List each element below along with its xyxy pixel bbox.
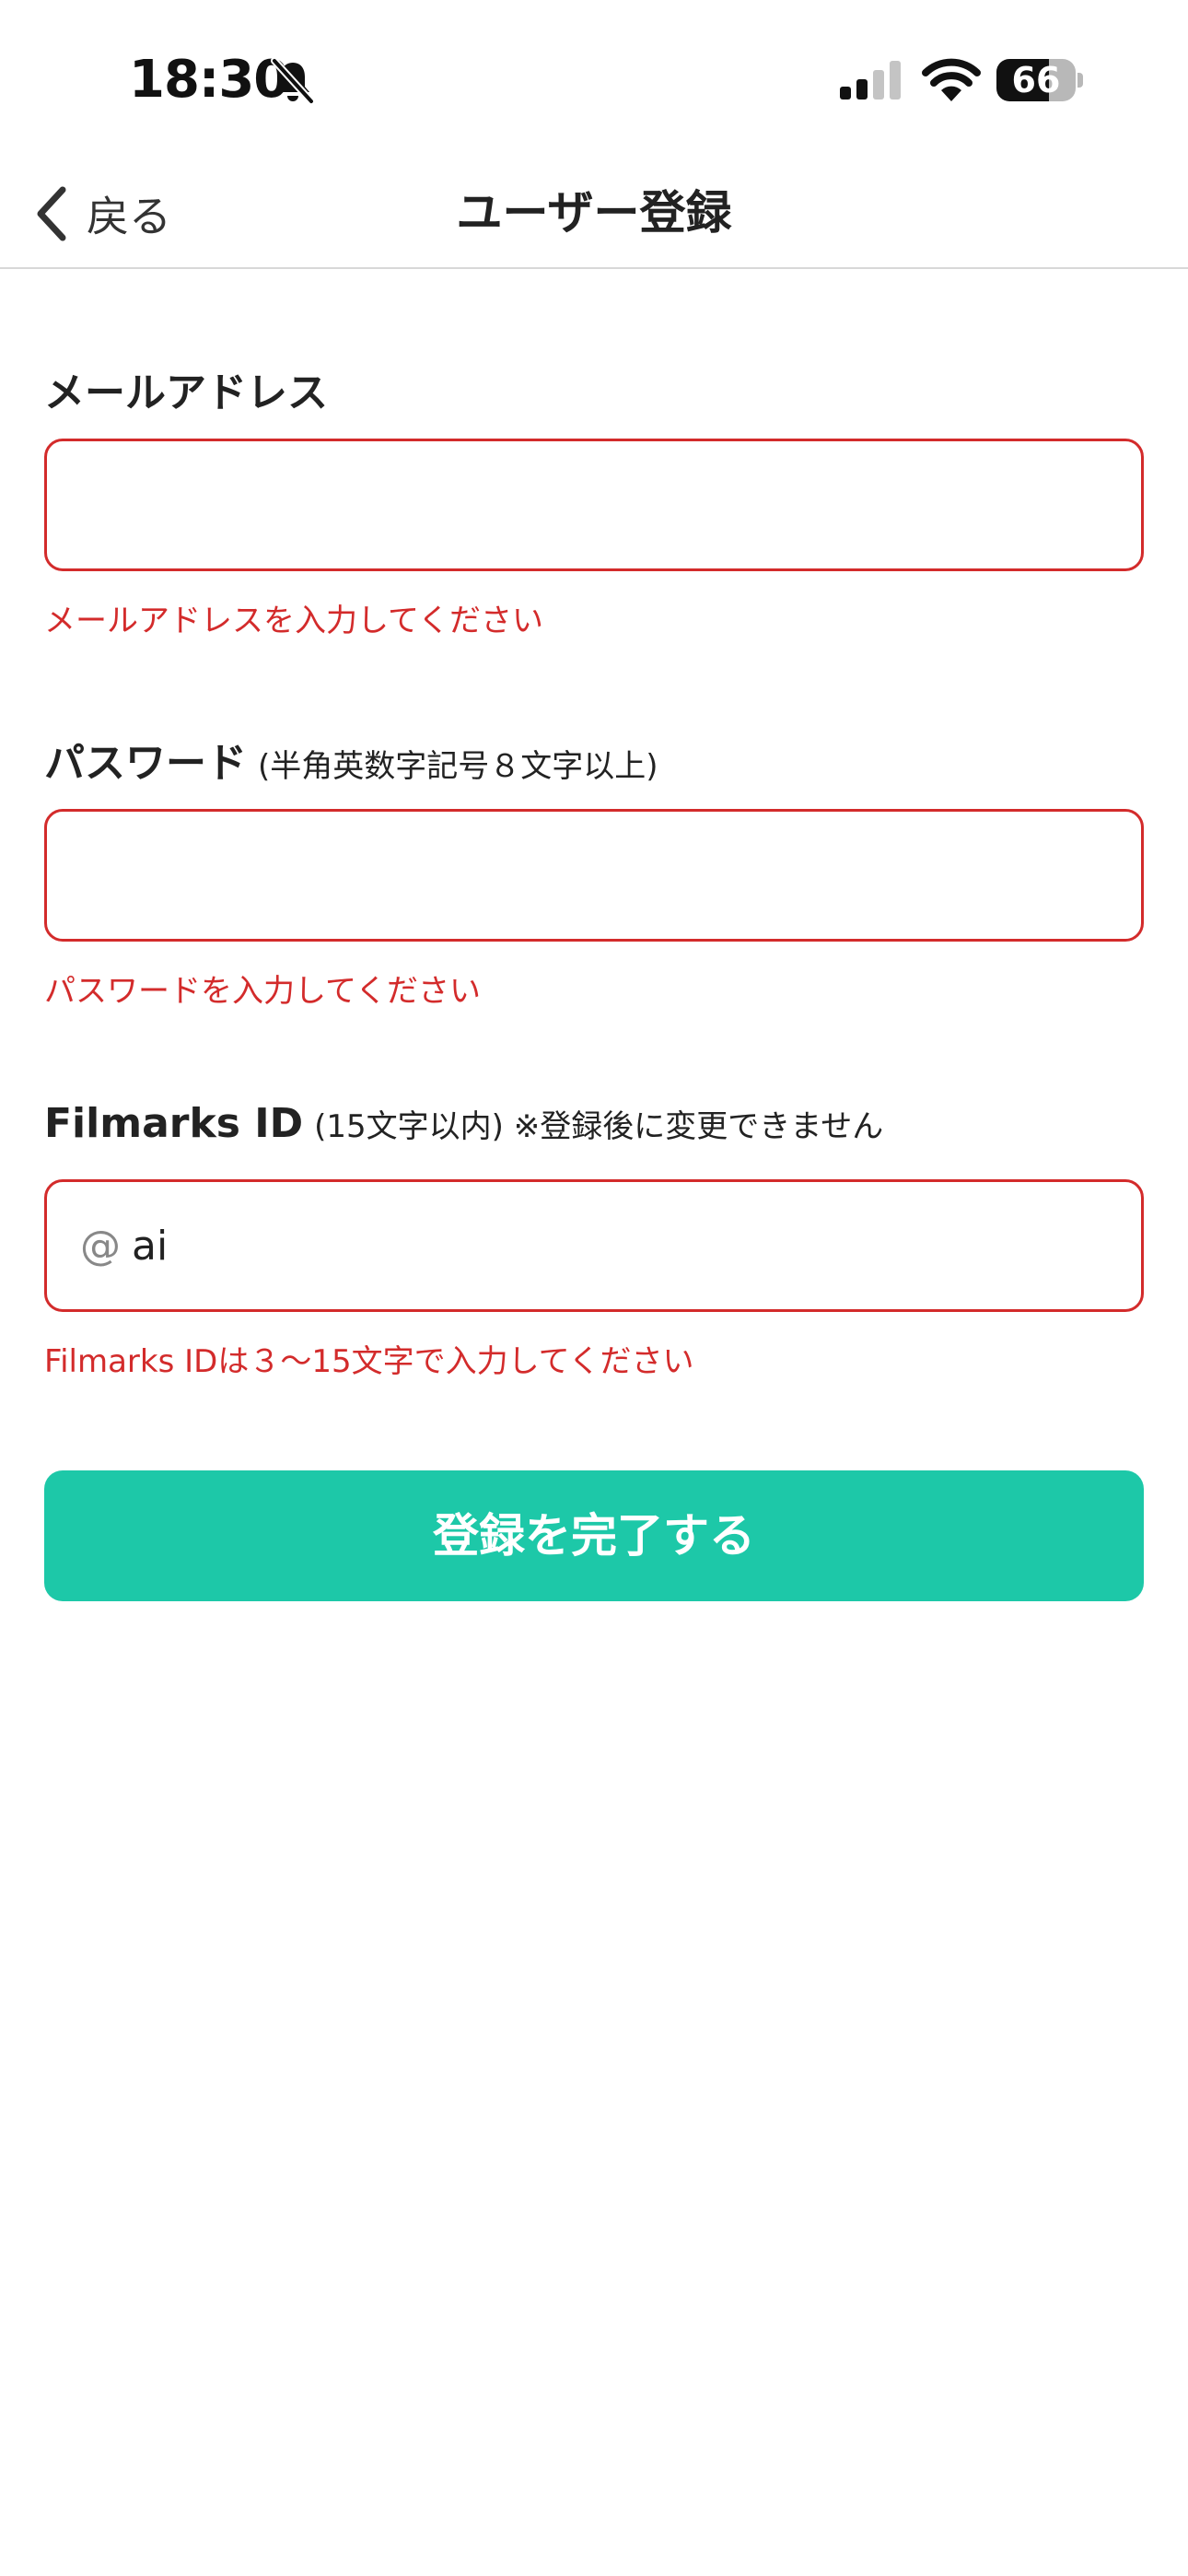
status-time: 18:30 <box>129 50 289 110</box>
email-label: メールアドレス <box>44 359 328 418</box>
filmarks-id-error: Filmarks IDは３〜15文字で入力してください <box>44 1343 694 1380</box>
password-label-text: パスワード <box>44 740 247 787</box>
bell-slash-icon <box>271 57 315 105</box>
email-error: メールアドレスを入力してください <box>44 603 543 639</box>
email-label-text: メールアドレス <box>44 369 328 416</box>
filmarks-id-hint: (15文字以内) ※登録後に変更できません <box>314 1108 884 1145</box>
wifi-icon <box>922 58 981 101</box>
filmarks-id-label: Filmarks ID (15文字以内) ※登録後に変更できません <box>44 1100 883 1147</box>
filmarks-id-label-text: Filmarks ID <box>44 1100 304 1147</box>
back-label: 戻る <box>87 192 171 241</box>
registration-screen: 18:30 66 ユーザー登録 戻る メールアドレス メールアドレスを入力してく… <box>0 0 1188 2576</box>
battery-icon: 66 <box>996 59 1083 101</box>
email-field[interactable] <box>44 439 1144 571</box>
password-input[interactable] <box>80 851 1108 899</box>
cellular-signal-icon <box>840 61 901 100</box>
password-field[interactable] <box>44 809 1144 942</box>
battery-cap <box>1077 73 1083 88</box>
status-bar: 18:30 66 <box>0 0 1188 157</box>
battery-level: 66 <box>1011 60 1061 100</box>
at-prefix: @ <box>80 1222 121 1270</box>
password-label: パスワード (半角英数字記号８文字以上) <box>44 730 658 789</box>
chevron-left-icon <box>37 186 66 241</box>
filmarks-id-field[interactable]: @ <box>44 1179 1144 1312</box>
back-button[interactable]: 戻る <box>33 177 171 251</box>
complete-registration-button[interactable]: 登録を完了する <box>44 1470 1144 1601</box>
password-error: パスワードを入力してください <box>44 973 481 1010</box>
filmarks-id-input[interactable] <box>132 1222 1108 1270</box>
email-input[interactable] <box>80 481 1108 529</box>
navigation-bar: ユーザー登録 戻る <box>0 157 1188 269</box>
page-title: ユーザー登録 <box>456 186 732 240</box>
password-hint: (半角英数字記号８文字以上) <box>258 748 658 785</box>
